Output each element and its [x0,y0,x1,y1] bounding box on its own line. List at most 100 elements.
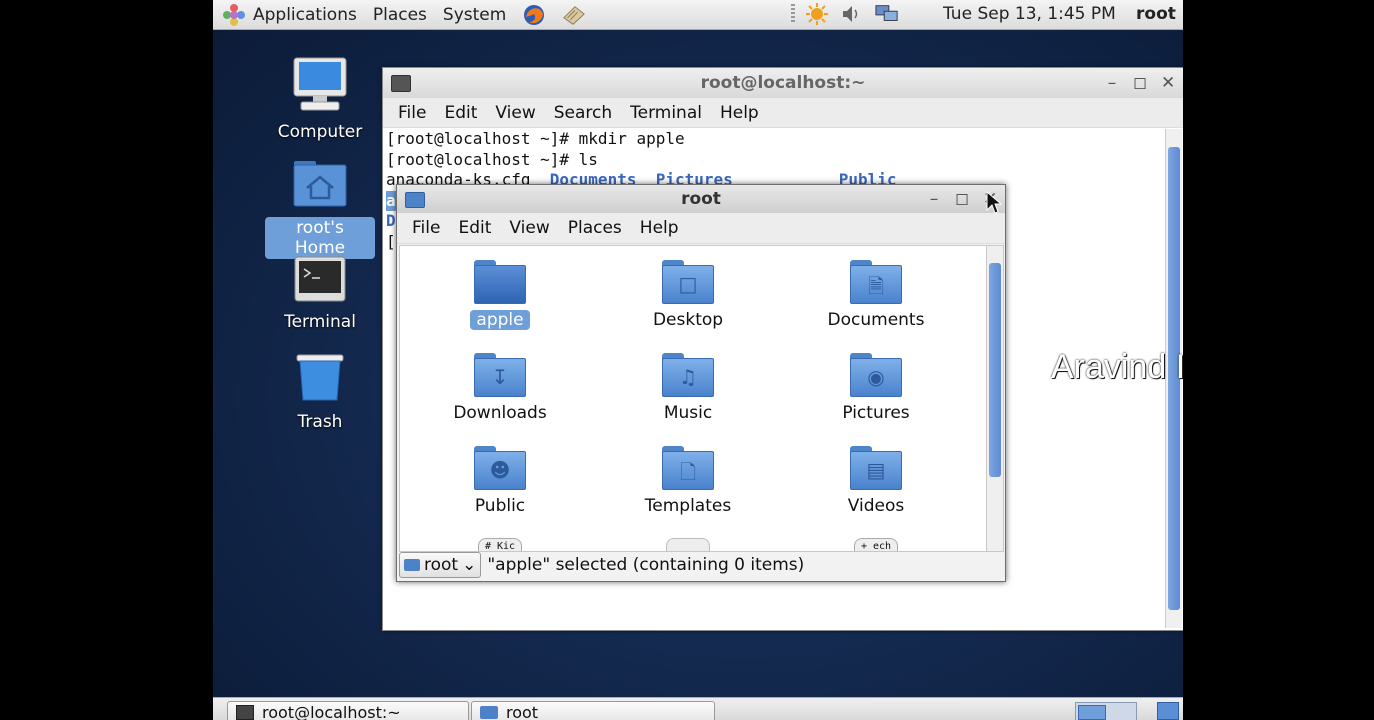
fm-menu-places[interactable]: Places [559,218,631,238]
folder-label: Videos [847,496,905,516]
folder-label: Templates [644,496,732,516]
taskbar-item-label: root [506,702,539,720]
terminal-menu-search[interactable]: Search [545,103,621,123]
folder-label: Music [663,403,713,423]
bottom-panel: root@localhost:~ root [213,697,1183,720]
home-folder-icon [404,558,420,571]
terminal-titlebar[interactable]: root@localhost:~ – ◻ ✕ [383,68,1183,98]
taskbar-item-label: root@localhost:~ [262,702,401,720]
top-panel: Applications Places System Tue Sep 13, 1… [213,0,1183,30]
taskbar-item-terminal[interactable]: root@localhost:~ [227,701,469,720]
terminal-menu-terminal[interactable]: Terminal [621,103,711,123]
file-manager-maximize-button[interactable]: ◻ [955,185,969,213]
system-menu[interactable]: System [435,0,514,29]
templates-folder-icon: 🗋 [662,446,714,490]
applications-icon [223,3,245,26]
folder-item-apple[interactable]: apple [425,260,575,330]
home-folder-window-icon [405,192,425,208]
path-button[interactable]: root ⌄ [399,551,482,578]
file-manager-title: root [681,189,721,209]
fm-menu-help[interactable]: Help [631,218,688,238]
terminal-line: [root@localhost ~]# ls [386,149,598,169]
folder-label: Downloads [453,403,547,423]
folder-item-documents[interactable]: 🗎 Documents [801,260,951,330]
file-manager-statusbar: root ⌄ "apple" selected (containing 0 it… [399,550,1003,579]
terminal-close-button[interactable]: ✕ [1161,68,1175,98]
file-manager-menubar: File Edit View Places Help [397,213,1005,244]
fm-menu-file[interactable]: File [403,218,449,238]
text-editor-launcher-icon[interactable] [562,4,586,26]
terminal-minimize-button[interactable]: – [1105,68,1119,98]
terminal-menu-edit[interactable]: Edit [435,103,486,123]
chevron-down-icon: ⌄ [462,554,477,575]
folder-item-templates[interactable]: 🗋 Templates [613,446,763,516]
firefox-launcher-icon[interactable] [522,4,546,26]
downloads-folder-icon: ↧ [474,353,526,397]
file-manager-scroll-thumb[interactable] [989,263,1001,477]
desktop-icon-home[interactable]: root's Home [265,158,375,259]
folder-item-music[interactable]: ♫ Music [613,353,763,423]
folder-label: apple [470,310,530,330]
places-menu[interactable]: Places [365,0,435,29]
panel-separator [791,4,795,24]
panel-clock[interactable]: Tue Sep 13, 1:45 PM [943,0,1116,29]
file-icon-view[interactable]: apple □ Desktop 🗎 Documents ↧ Downloads … [399,245,987,552]
workspace-switcher[interactable] [1075,702,1137,720]
desktop-icon-terminal[interactable]: Terminal [265,256,375,333]
fm-menu-view[interactable]: View [500,218,558,238]
desktop-icon-computer[interactable]: Computer [265,56,375,143]
workspace-1[interactable] [1078,705,1106,720]
trash-icon [296,354,344,401]
network-icon[interactable] [875,3,899,25]
terminal-icon [236,704,254,720]
terminal-partial-line: D [386,211,396,230]
file-manager-window[interactable]: root – ◻ ✕ File Edit View Places Help ap… [396,184,1006,582]
music-folder-icon: ♫ [662,353,714,397]
terminal-menubar: File Edit View Search Terminal Help [383,98,1183,128]
folder-item-downloads[interactable]: ↧ Downloads [425,353,575,423]
terminal-menu-file[interactable]: File [389,103,435,123]
update-notifier-icon[interactable] [805,3,829,25]
folder-item-videos[interactable]: ▤ Videos [801,446,951,516]
panel-user[interactable]: root [1136,0,1176,29]
volume-icon[interactable] [839,3,863,25]
applications-menu[interactable]: Applications [245,0,365,29]
computer-icon [293,57,347,111]
public-folder-icon: ☻ [474,446,526,490]
terminal-partial-line: a [386,190,396,211]
folder-label: Pictures [842,403,910,423]
terminal-title: root@localhost:~ [700,73,866,93]
trash-applet-icon[interactable] [1157,702,1179,720]
terminal-menu-view[interactable]: View [486,103,544,123]
home-folder-icon [480,705,498,719]
desktop-screen: Applications Places System Tue Sep 13, 1… [213,0,1183,720]
home-folder-icon [293,161,347,207]
desktop-label-computer: Computer [277,122,363,142]
folder-label: Desktop [652,310,724,330]
file-manager-scrollbar[interactable] [986,245,1004,552]
folder-item-desktop[interactable]: □ Desktop [613,260,763,330]
mouse-cursor-icon [986,191,1002,214]
desktop-label-trash: Trash [297,412,343,432]
path-button-label: root [424,554,459,575]
folder-item-pictures[interactable]: ◉ Pictures [801,353,951,423]
folder-item-public[interactable]: ☻ Public [425,446,575,516]
desktop-label-terminal: Terminal [284,312,356,332]
documents-folder-icon: 🗎 [850,260,902,304]
folder-label: Documents [827,310,925,330]
fm-menu-edit[interactable]: Edit [449,218,500,238]
file-manager-minimize-button[interactable]: – [927,185,941,213]
taskbar-item-file-manager[interactable]: root [471,701,715,720]
desktop-label-home: root's Home [265,217,375,259]
terminal-icon [294,256,346,302]
desktop-icon-trash[interactable]: Trash [265,352,375,433]
folder-icon [474,260,526,304]
pictures-folder-icon: ◉ [850,353,902,397]
terminal-line: [root@localhost ~]# mkdir apple [386,129,685,148]
watermark-text: Aravind I.T learning [1051,348,1183,386]
terminal-menu-help[interactable]: Help [711,103,768,123]
terminal-maximize-button[interactable]: ◻ [1133,68,1147,98]
file-manager-titlebar[interactable]: root – ◻ ✕ [397,185,1005,213]
terminal-partial-line: [ [386,231,396,251]
status-text: "apple" selected (containing 0 items) [487,554,805,575]
